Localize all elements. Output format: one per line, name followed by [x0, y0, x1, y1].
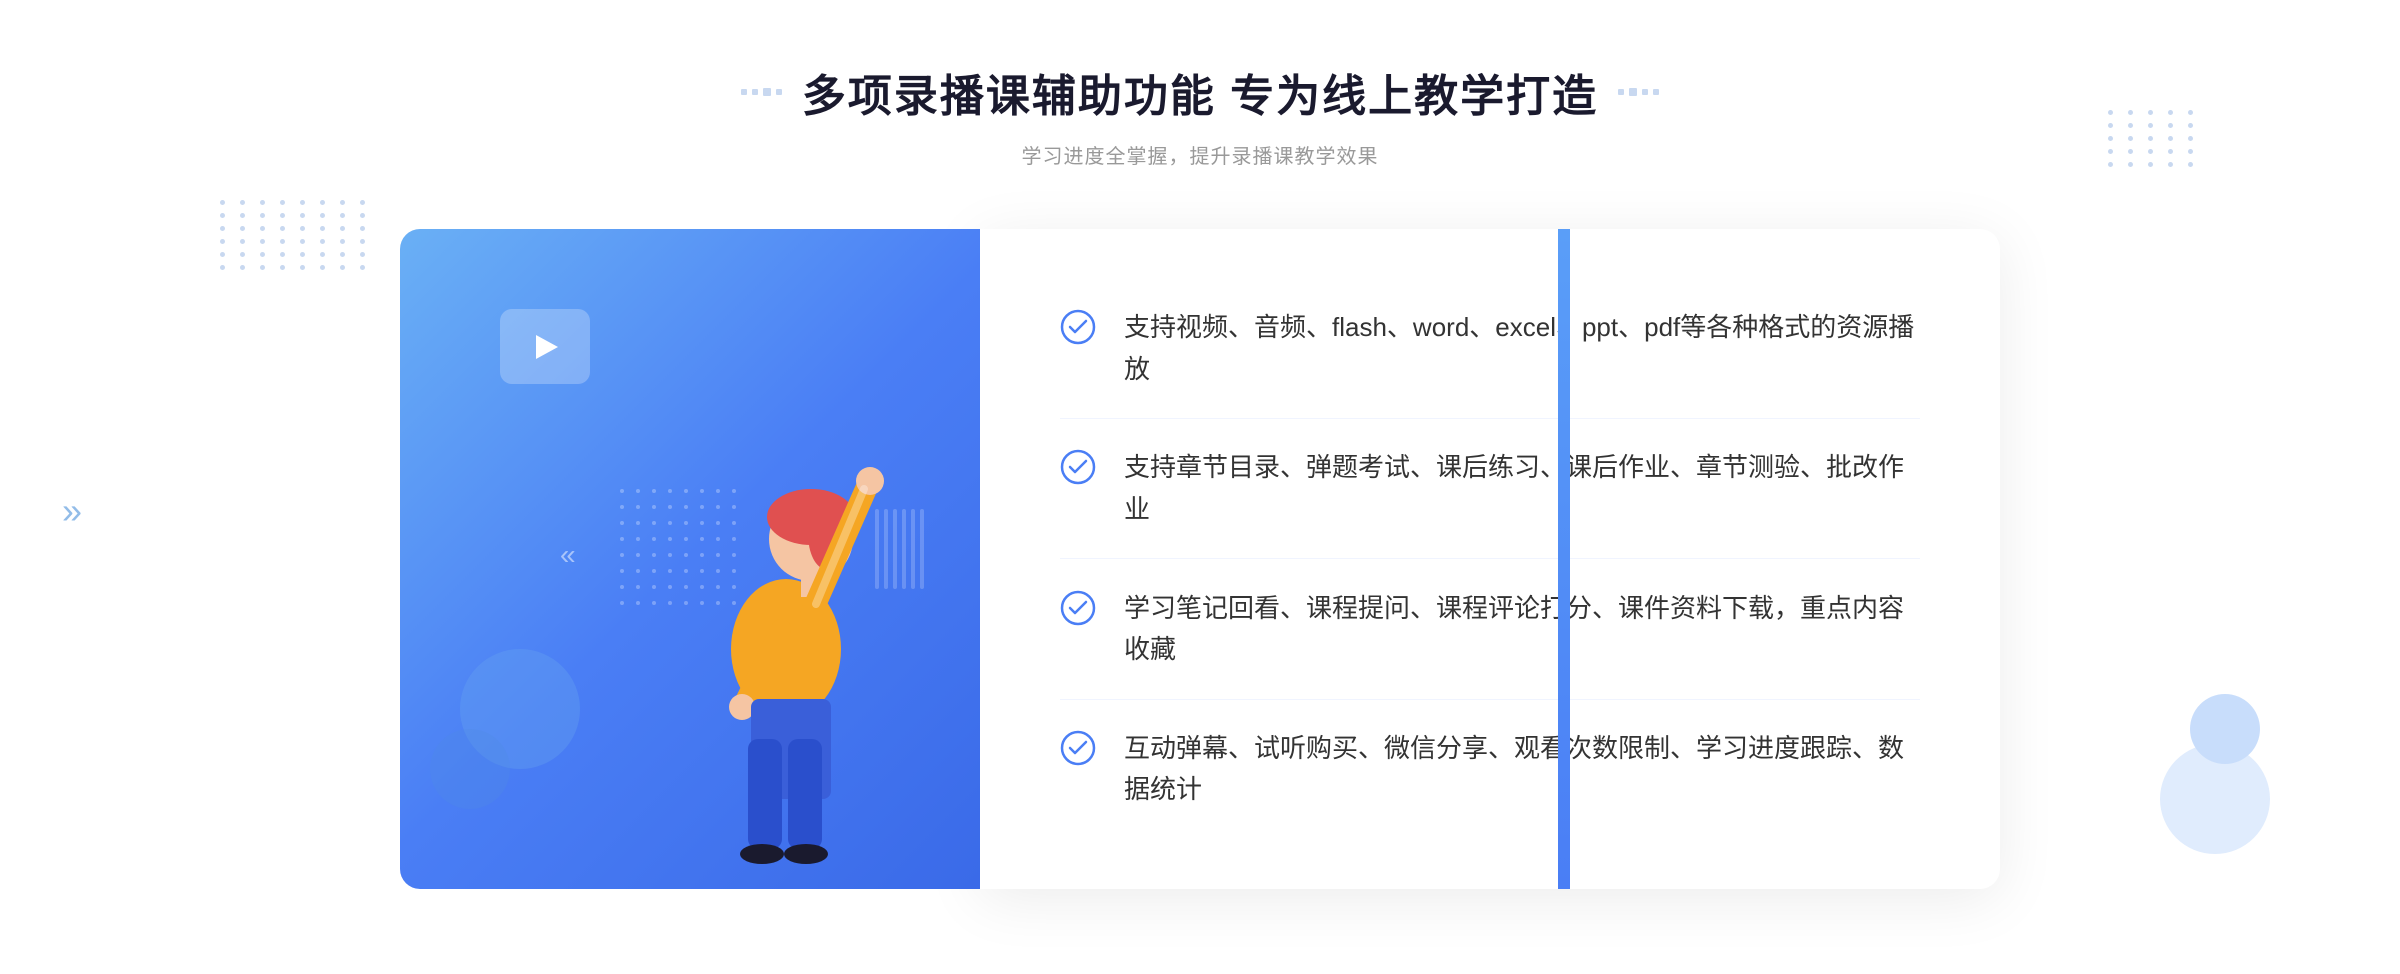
check-icon-2 — [1060, 449, 1096, 485]
feature-text-1: 支持视频、音频、flash、word、excel、ppt、pdf等各种格式的资源… — [1124, 307, 1920, 390]
check-icon-1 — [1060, 309, 1096, 345]
dot-7 — [1642, 89, 1648, 95]
dot-3 — [763, 88, 771, 96]
content-area: « — [400, 229, 2000, 889]
deco-circle-small — [430, 729, 510, 809]
right-decorator — [1618, 88, 1659, 96]
feature-text-3: 学习笔记回看、课程提问、课程评论打分、课件资料下载，重点内容收藏 — [1124, 588, 1920, 671]
title-row: 多项录播课辅助功能 专为线上教学打造 — [741, 60, 1659, 124]
feature-item-1: 支持视频、音频、flash、word、excel、ppt、pdf等各种格式的资源… — [1060, 279, 1920, 419]
illustration-panel: « — [400, 229, 980, 889]
dot-8 — [1653, 89, 1659, 95]
main-title: 多项录播课辅助功能 专为线上教学打造 — [802, 60, 1598, 124]
accent-bar — [1558, 229, 1570, 889]
feature-text-2: 支持章节目录、弹题考试、课后练习、课后作业、章节测验、批改作业 — [1124, 447, 1920, 530]
person-illustration — [626, 369, 946, 889]
dot-2 — [752, 89, 758, 95]
page-wrapper: // will be rendered below » 多项录播课辅助功能 专为… — [0, 0, 2400, 974]
check-icon-4 — [1060, 730, 1096, 766]
dot-grid-right — [2108, 110, 2200, 167]
dot-1 — [741, 89, 747, 95]
check-icon-3 — [1060, 590, 1096, 626]
feature-item-2: 支持章节目录、弹题考试、课后练习、课后作业、章节测验、批改作业 — [1060, 419, 1920, 559]
feature-item-3: 学习笔记回看、课程提问、课程评论打分、课件资料下载，重点内容收藏 — [1060, 560, 1920, 700]
content-panel: 支持视频、音频、flash、word、excel、ppt、pdf等各种格式的资源… — [980, 229, 2000, 889]
header-section: 多项录播课辅助功能 专为线上教学打造 学习进度全掌握，提升录播课教学效果 — [741, 60, 1659, 169]
bg-circles-decoration — [2160, 744, 2270, 854]
play-bubble — [500, 309, 590, 384]
arrow-left-decoration: » — [62, 490, 82, 532]
inner-arrows-decoration: « — [560, 539, 576, 571]
dot-6 — [1629, 88, 1637, 96]
dot-grid-left: // will be rendered below — [220, 200, 372, 270]
dot-5 — [1618, 89, 1624, 95]
feature-text-4: 互动弹幕、试听购买、微信分享、观看次数限制、学习进度跟踪、数据统计 — [1124, 728, 1920, 811]
subtitle: 学习进度全掌握，提升录播课教学效果 — [741, 140, 1659, 169]
left-decorator — [741, 88, 782, 96]
dot-4 — [776, 89, 782, 95]
feature-item-4: 互动弹幕、试听购买、微信分享、观看次数限制、学习进度跟踪、数据统计 — [1060, 700, 1920, 839]
